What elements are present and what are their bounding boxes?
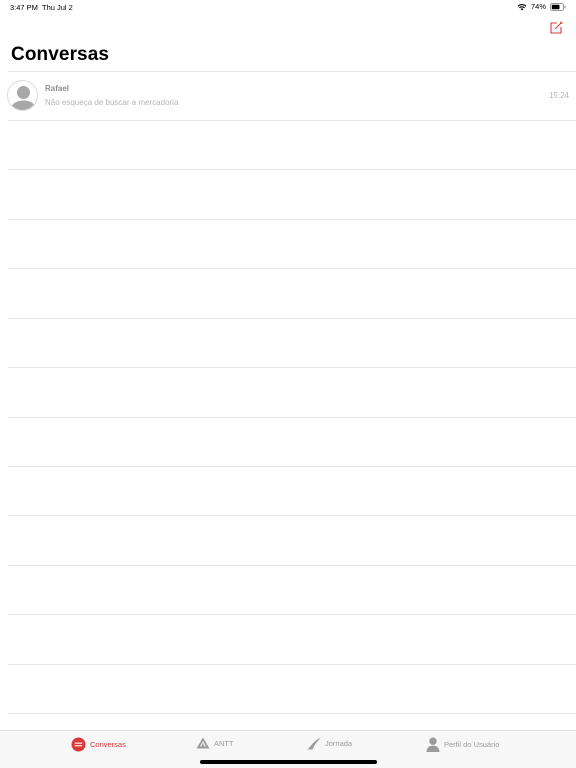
tab-conversas[interactable]: Conversas [71,737,126,752]
tab-label-perfil: Perfil do Usuário [444,740,500,749]
row-divider [8,664,576,665]
tab-label-antt: ANTT [214,738,234,748]
wifi-icon [517,3,527,11]
row-divider [8,318,576,319]
status-bar: 3:47 PM Thu Jul 2 74% [0,0,576,14]
row-divider [8,515,576,516]
status-indicators: 74% [517,2,566,11]
page-title: Conversas [11,44,110,65]
tab-perfil[interactable]: Perfil do Usuário [426,737,499,752]
conversation-row[interactable]: Rafael Não esqueça de buscar a mercadori… [0,72,576,120]
avatar [7,80,38,111]
tab-jornada[interactable]: Jornada [307,737,352,750]
contact-name: Rafael [45,84,70,93]
row-divider [8,466,576,467]
last-message: Não esqueça de buscar a mercadoria [45,98,179,107]
user-icon [426,737,440,752]
user-avatar-icon [10,86,37,110]
road-icon [307,737,321,750]
status-date: Thu Jul 2 [42,3,73,12]
compose-button[interactable] [548,20,564,36]
chat-bubble-icon [71,737,86,752]
row-divider [8,268,576,269]
row-divider [8,614,576,615]
home-indicator [200,760,377,764]
compose-icon [550,21,563,34]
antt-logo-icon [196,737,210,749]
status-time: 3:47 PM [10,3,38,12]
tab-antt[interactable]: ANTT [196,737,234,749]
app-screen: 3:47 PM Thu Jul 2 74% Conversas Rafael N… [0,0,576,768]
battery-icon [550,2,566,11]
tab-label-jornada: Jornada [325,739,353,748]
row-divider [8,417,576,418]
row-divider [8,713,576,714]
row-divider [8,367,576,368]
message-time: 15:24 [548,91,569,100]
battery-percent: 74% [530,2,546,11]
tab-label-conversas: Conversas [90,740,126,749]
row-divider [8,565,576,566]
row-divider [8,219,576,220]
row-divider [8,169,576,170]
row-divider [8,120,576,121]
